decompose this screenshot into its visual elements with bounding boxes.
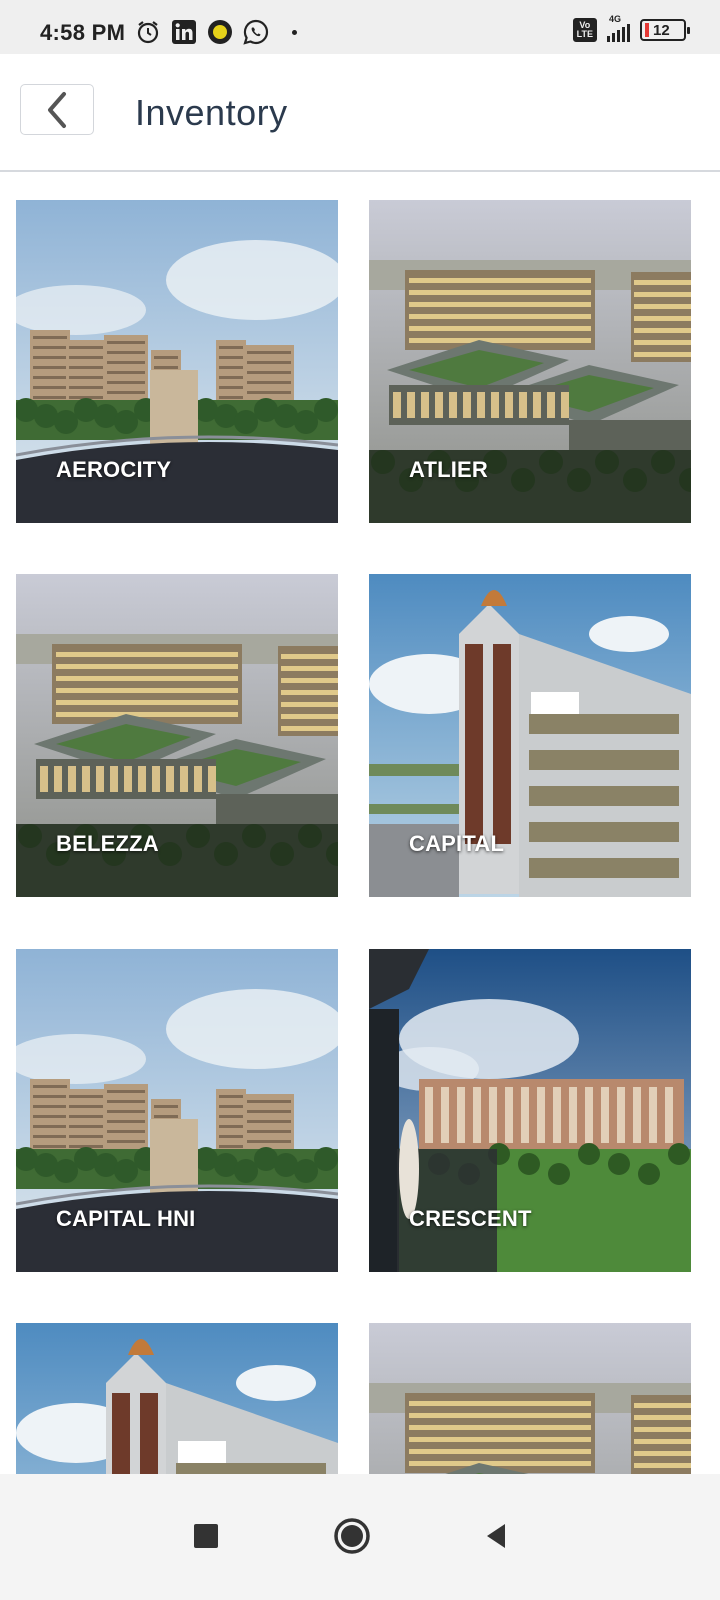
more-notifications-dot [292, 29, 297, 35]
signal-icon: 4G [607, 14, 630, 42]
inventory-card-belezza[interactable]: BELEZZA [16, 574, 338, 897]
chevron-left-icon [48, 91, 66, 128]
inventory-card-partial-right[interactable] [369, 1323, 691, 1474]
inventory-card-aerocity[interactable]: AEROCITY [16, 200, 338, 523]
system-indicators: Vo LTE 4G 12 [572, 14, 690, 42]
recents-button[interactable] [174, 1504, 238, 1568]
project-label: BELEZZA [56, 831, 159, 856]
project-label: ATLIER [409, 457, 489, 482]
home-button[interactable] [320, 1504, 384, 1568]
inventory-card-atlier[interactable]: ATLIER [369, 200, 691, 523]
project-label: CAPITAL [409, 831, 505, 856]
square-icon [194, 1524, 218, 1548]
volte-icon: Vo LTE [572, 18, 597, 42]
app-header: Inventory [0, 54, 720, 172]
inventory-card-capital-hni[interactable]: CAPITAL HNI [16, 949, 338, 1272]
linkedin-icon [170, 18, 198, 46]
network-type: 4G [609, 14, 622, 24]
notification-icons [134, 18, 297, 46]
project-label: CAPITAL HNI [56, 1206, 196, 1231]
battery-icon: 12 [640, 19, 690, 41]
inventory-card-partial-left[interactable] [16, 1323, 338, 1474]
whatsapp-icon [242, 18, 270, 46]
circle-icon [334, 1518, 370, 1554]
project-image [369, 1323, 691, 1474]
status-bar: 4:58 PM Vo LTE 4G 12 [0, 0, 720, 54]
system-nav-bar [0, 1474, 720, 1600]
back-nav-button[interactable] [464, 1504, 528, 1568]
project-image [16, 1323, 338, 1474]
status-time: 4:58 PM [40, 20, 126, 45]
alarm-icon [134, 18, 162, 46]
inventory-card-crescent[interactable]: CRESCENT [369, 949, 691, 1272]
app-icon [206, 18, 234, 46]
page-title: Inventory [135, 92, 288, 133]
project-label: AEROCITY [56, 457, 172, 482]
project-label: CRESCENT [409, 1206, 532, 1231]
back-button[interactable] [20, 84, 94, 135]
inventory-card-capital[interactable]: CAPITAL [369, 574, 691, 897]
inventory-grid: AEROCITY ATLIER BELEZZA CAPITAL CAPITAL … [0, 174, 720, 1474]
triangle-back-icon [487, 1524, 505, 1548]
battery-level: 12 [653, 21, 670, 39]
